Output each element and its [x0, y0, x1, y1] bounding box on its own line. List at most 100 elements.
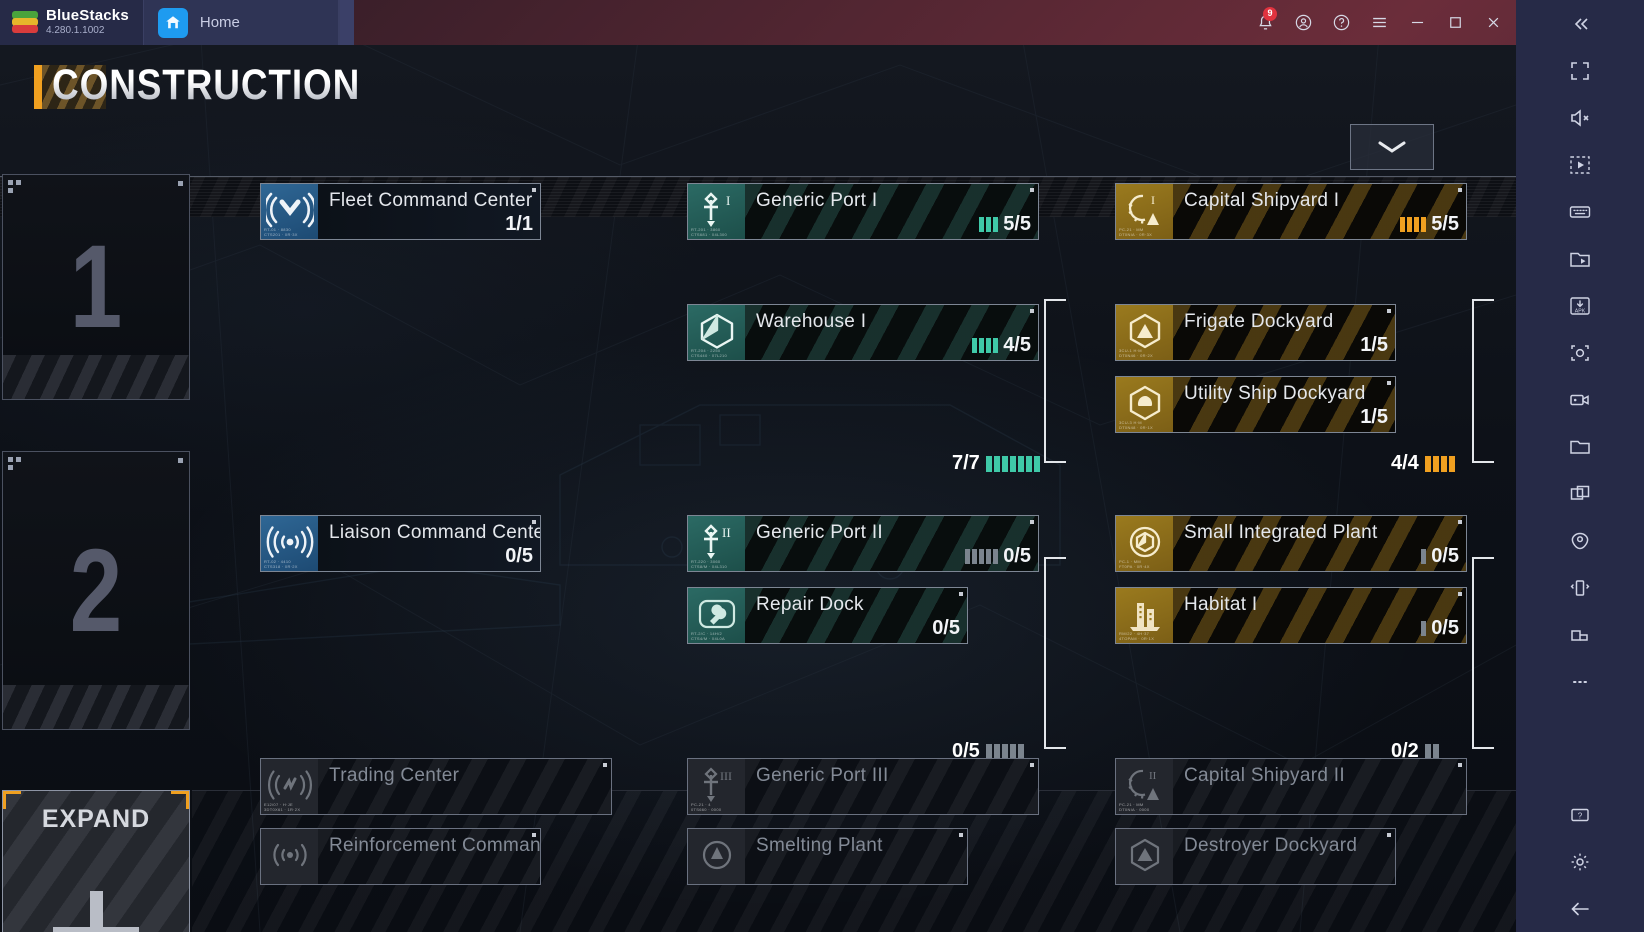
- smelting-icon: [688, 829, 745, 884]
- keymapping-icon[interactable]: [1516, 188, 1644, 235]
- corner-mark: [1387, 833, 1391, 837]
- bracket-port-row-1: [1044, 299, 1066, 463]
- building-count: 1/1: [505, 213, 533, 235]
- building-name: Trading Center: [329, 765, 460, 786]
- bracket-top: [1472, 557, 1494, 559]
- building-card-repair-dock[interactable]: RT-2/C · 14H/2 CTS4/M · 04L0A Repair Dock…: [687, 587, 968, 644]
- building-card-generic-port-ii[interactable]: II RT-220 · 3060 CTS8/M · 04L310 Generic …: [687, 515, 1039, 572]
- thumb-decor-text: PC-21 · MM DT0NIA · 0R·3X: [1119, 227, 1153, 237]
- building-count: 0/5: [1421, 545, 1459, 568]
- building-name: Warehouse I: [756, 311, 867, 332]
- install-apk-icon[interactable]: APK: [1516, 282, 1644, 329]
- corner-mark: [178, 458, 183, 463]
- help-icon[interactable]: [1322, 0, 1360, 45]
- chevron-down-icon: [1378, 141, 1406, 153]
- building-count: 0/5: [505, 545, 533, 567]
- building-card-smelting-plant[interactable]: Smelting Plant: [687, 828, 968, 885]
- bracket-port-row-2: [1044, 557, 1066, 749]
- building-card-frigate-dockyard[interactable]: 3CU-1 H·M DT0N46 · 0R·2X Frigate Dockyard…: [1115, 304, 1396, 361]
- notifications-icon[interactable]: 9: [1246, 0, 1284, 45]
- building-card-trading-center[interactable]: E12/07 · H·JE 3DT0X61 · 1R·2X Trading Cen…: [260, 758, 612, 815]
- corner-mark: [1030, 763, 1034, 767]
- tab-home[interactable]: Home: [142, 0, 339, 45]
- thumb-decor-text: RT-201 · 3860 CTS681 · 04L300: [691, 227, 728, 237]
- location-icon[interactable]: [1516, 517, 1644, 564]
- building-name: Smelting Plant: [756, 835, 883, 856]
- building-name: Utility Ship Dockyard: [1184, 383, 1366, 404]
- svg-text:?: ?: [1578, 811, 1583, 820]
- minimize-icon[interactable]: [1398, 0, 1436, 45]
- anchor-three-icon: III PC-21 · 4 0TS660 · 0000: [688, 759, 745, 814]
- collapse-panel-button[interactable]: [1350, 124, 1434, 170]
- total-count: 4/4: [1391, 452, 1419, 474]
- building-count: 0/5: [932, 617, 960, 639]
- hex-triangle-icon: 3CU-1 H·M DT0N46 · 0R·2X: [1116, 305, 1173, 360]
- settings-icon[interactable]: [1516, 838, 1644, 885]
- hex-triangle-icon: [1116, 829, 1173, 884]
- card-body: Habitat I 0/5: [1173, 588, 1466, 643]
- building-name: Small Integrated Plant: [1184, 522, 1378, 543]
- corner-mark: [1458, 592, 1462, 596]
- macro-icon[interactable]: [1516, 141, 1644, 188]
- card-body: Liaison Command Center 0/5: [318, 516, 540, 571]
- corner-mark: [532, 188, 536, 192]
- building-card-fleet-command-center[interactable]: RT-01 · 8830 CTS201 · 0R·3X Fleet Command…: [260, 183, 541, 240]
- media-manager-icon[interactable]: [1516, 235, 1644, 282]
- wrench-icon: RT-2/C · 14H/2 CTS4/M · 04L0A: [688, 588, 745, 643]
- building-count: 4/5: [972, 334, 1031, 357]
- building-card-reinforcement-command-center[interactable]: Reinforcement Command Center: [260, 828, 541, 885]
- building-count: 1/5: [1360, 406, 1388, 428]
- folder-icon[interactable]: [1516, 423, 1644, 470]
- card-body: Trading Center: [318, 759, 611, 814]
- screenshot-icon[interactable]: [1516, 329, 1644, 376]
- close-icon[interactable]: [1474, 0, 1512, 45]
- help-question-icon[interactable]: ?: [1516, 791, 1644, 838]
- card-body: Capital Shipyard I 5/5: [1173, 184, 1466, 239]
- multi-instance-icon[interactable]: [1516, 470, 1644, 517]
- building-card-habitat-i[interactable]: RM/22 · 4H·37 4TOPAM · 0R·1X Habitat I 0/…: [1115, 587, 1467, 644]
- thumb-decor-text: 3CU-3 H·M DT0N48 · 0R·1X: [1119, 420, 1153, 430]
- building-card-utility-ship-dockyard[interactable]: 3CU-3 H·M DT0N48 · 0R·1X Utility Ship Doc…: [1115, 376, 1396, 433]
- corner-mark: [1458, 520, 1462, 524]
- building-card-warehouse-i[interactable]: RT-204 · 2250 CTS440 · 07L210 Warehouse I…: [687, 304, 1039, 361]
- card-body: Destroyer Dockyard: [1173, 829, 1395, 884]
- building-card-destroyer-dockyard[interactable]: Destroyer Dockyard: [1115, 828, 1396, 885]
- card-body: Fleet Command Center 1/1: [318, 184, 540, 239]
- page-title: CONSTRUCTION: [52, 61, 361, 109]
- mute-icon[interactable]: [1516, 94, 1644, 141]
- building-card-capital-shipyard-ii[interactable]: II PC-21 · MM DT0NIA · 0000 Capital Shipy…: [1115, 758, 1467, 815]
- back-icon[interactable]: [1516, 885, 1644, 932]
- tab-infinite-lagrange[interactable]: Infinite Lagrange: [338, 0, 1644, 511]
- shake-icon[interactable]: [1516, 564, 1644, 611]
- card-body: Capital Shipyard II: [1173, 759, 1466, 814]
- collapse-sidebar-icon[interactable]: [1516, 0, 1644, 47]
- svg-text:APK: APK: [1575, 308, 1586, 314]
- game-viewport: CONSTRUCTION CENTRAL DISTRICT PORT DISTR…: [0, 45, 1516, 932]
- construction-header: CONSTRUCTION: [0, 45, 1516, 137]
- resize-icon[interactable]: [1516, 611, 1644, 658]
- home-icon: [157, 7, 188, 38]
- expand-button[interactable]: EXPAND: [2, 790, 190, 932]
- building-card-liaison-command-center[interactable]: RT-02 · 4410 CTS318 · 0R·2X Liaison Comma…: [260, 515, 541, 572]
- level-row-1[interactable]: 1: [2, 174, 190, 400]
- level-row-2[interactable]: 2: [2, 451, 190, 730]
- building-card-capital-shipyard-i[interactable]: I PC-21 · MM DT0NIA · 0R·3X Capital Shipy…: [1115, 183, 1467, 240]
- more-icon[interactable]: [1516, 658, 1644, 705]
- count-value: 0/5: [1431, 617, 1459, 639]
- building-card-generic-port-i[interactable]: I RT-201 · 3860 CTS681 · 04L300 Generic P…: [687, 183, 1039, 240]
- record-icon[interactable]: [1516, 376, 1644, 423]
- menu-icon[interactable]: [1360, 0, 1398, 45]
- thumb-decor-text: RT-02 · 4410 CTS318 · 0R·2X: [264, 559, 298, 569]
- building-card-small-integrated-plant[interactable]: PC-1 · MM FT0PA · 0R·4X Small Integrated …: [1115, 515, 1467, 572]
- card-body: Warehouse I 4/5: [745, 305, 1038, 360]
- count-value: 5/5: [1003, 213, 1031, 235]
- account-icon[interactable]: [1284, 0, 1322, 45]
- fullscreen-icon[interactable]: [1516, 47, 1644, 94]
- bracket-bottom: [1472, 461, 1494, 463]
- thumb-decor-text: RT-01 · 8830 CTS201 · 0R·3X: [264, 227, 298, 237]
- corner-mark: [1030, 309, 1034, 313]
- progress-pips: [972, 338, 999, 353]
- building-card-generic-port-iii[interactable]: III PC-21 · 4 0TS660 · 0000 Generic Port …: [687, 758, 1039, 815]
- maximize-icon[interactable]: [1436, 0, 1474, 45]
- cube-icon: RT-204 · 2250 CTS440 · 07L210: [688, 305, 745, 360]
